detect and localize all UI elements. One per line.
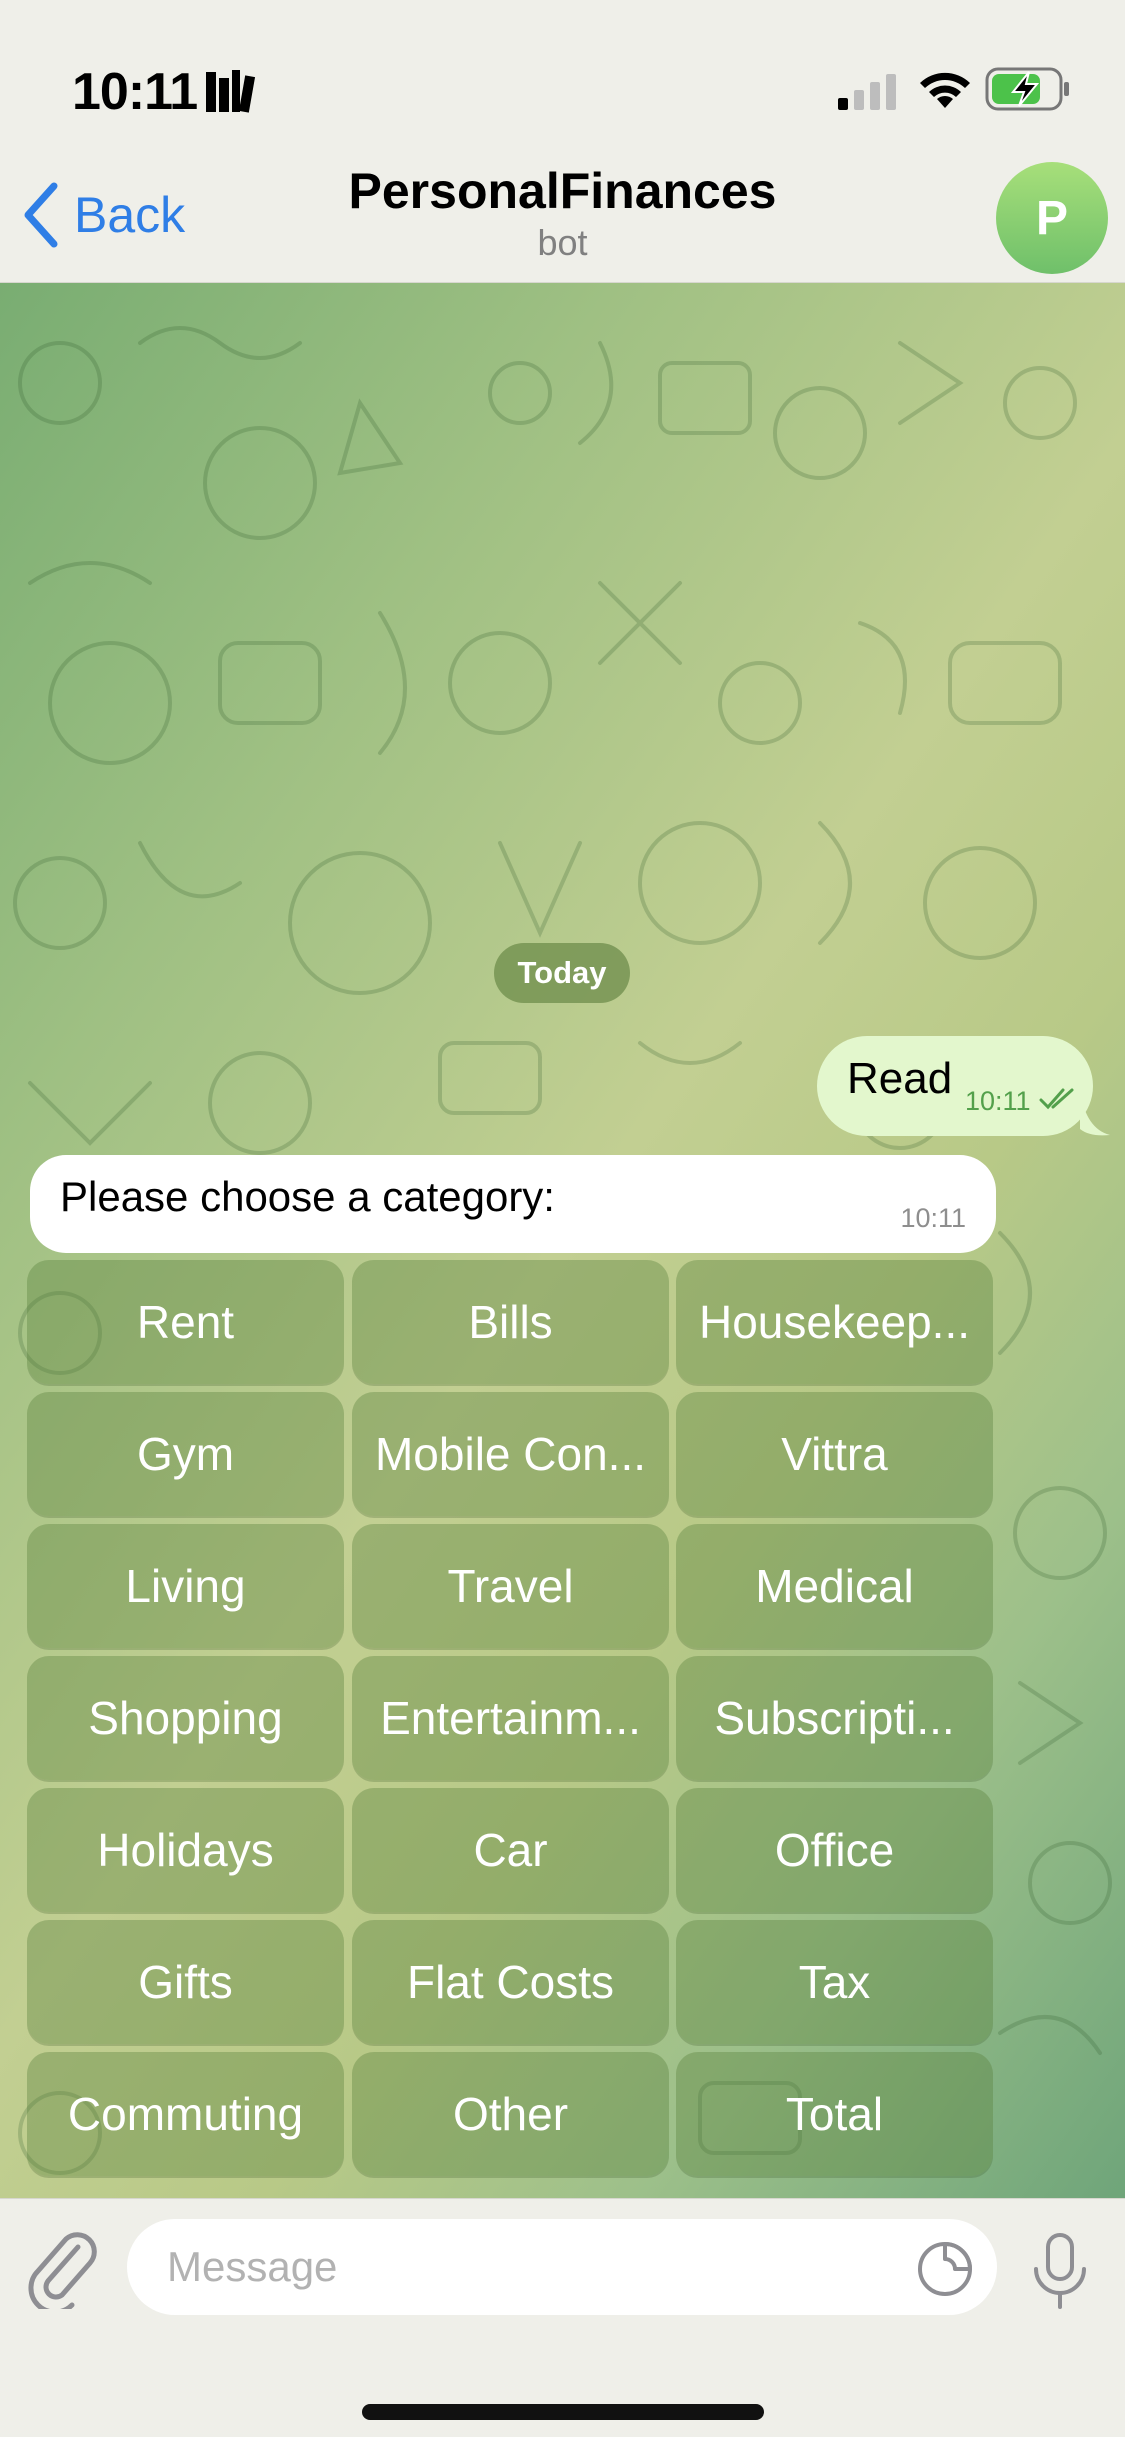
chat-title-area[interactable]: PersonalFinances bot: [0, 162, 1125, 264]
category-button-rent[interactable]: Rent: [27, 1260, 344, 1384]
category-button-car[interactable]: Car: [352, 1788, 669, 1912]
chat-area[interactable]: Today Read 10:11 Please choose a categor…: [0, 283, 1125, 2198]
category-button-total[interactable]: Total: [676, 2052, 993, 2176]
outgoing-message[interactable]: Read 10:11: [817, 1036, 1093, 1136]
category-button-living[interactable]: Living: [27, 1524, 344, 1648]
double-check-icon: [1039, 1088, 1074, 1110]
category-button-other[interactable]: Other: [352, 2052, 669, 2176]
category-button-medical[interactable]: Medical: [676, 1524, 993, 1648]
category-button-office[interactable]: Office: [676, 1788, 993, 1912]
chat-subtitle: bot: [537, 222, 588, 263]
battery-charging-icon: [985, 67, 1069, 111]
category-button-bills[interactable]: Bills: [352, 1260, 669, 1384]
message-time: 10:11: [900, 1203, 966, 1233]
category-button-commuting[interactable]: Commuting: [27, 2052, 344, 2176]
category-button-tax[interactable]: Tax: [676, 1920, 993, 2044]
chat-header: Back PersonalFinances bot P: [0, 150, 1125, 283]
category-button-vittra[interactable]: Vittra: [676, 1392, 993, 1516]
cellular-signal-icon: [838, 74, 896, 110]
category-button-gym[interactable]: Gym: [27, 1392, 344, 1516]
category-button-travel[interactable]: Travel: [352, 1524, 669, 1648]
avatar-letter: P: [1035, 191, 1068, 245]
incoming-message[interactable]: Please choose a category: 10:11: [30, 1155, 996, 1253]
library-books-icon: [206, 70, 256, 113]
message-input-bar: Message: [0, 2198, 1125, 2437]
home-indicator[interactable]: [362, 2404, 764, 2420]
category-button-entertainment[interactable]: Entertainm...: [352, 1656, 669, 1780]
category-button-gifts[interactable]: Gifts: [27, 1920, 344, 2044]
status-time: 10:11: [72, 63, 198, 121]
category-button-mobile-contract[interactable]: Mobile Con...: [352, 1392, 669, 1516]
bot-avatar[interactable]: P: [996, 162, 1108, 274]
date-separator: Today: [494, 943, 630, 1003]
category-button-flat-costs[interactable]: Flat Costs: [352, 1920, 669, 2044]
chat-title: PersonalFinances: [348, 163, 777, 219]
paperclip-icon[interactable]: [28, 2229, 100, 2309]
category-button-subscriptions[interactable]: Subscripti...: [676, 1656, 993, 1780]
message-placeholder: Message: [167, 2243, 338, 2290]
category-button-housekeeping[interactable]: Housekeep...: [676, 1260, 993, 1384]
message-text: Read: [847, 1054, 953, 1103]
message-time: 10:11: [965, 1086, 1031, 1116]
message-input[interactable]: Message: [127, 2219, 997, 2315]
microphone-icon[interactable]: [1030, 2231, 1090, 2313]
category-button-shopping[interactable]: Shopping: [27, 1656, 344, 1780]
category-button-holidays[interactable]: Holidays: [27, 1788, 344, 1912]
sticker-icon[interactable]: [915, 2239, 975, 2299]
status-bar: 10:11: [0, 0, 1125, 175]
message-text: Please choose a category:: [60, 1173, 555, 1220]
wifi-icon: [920, 72, 970, 108]
